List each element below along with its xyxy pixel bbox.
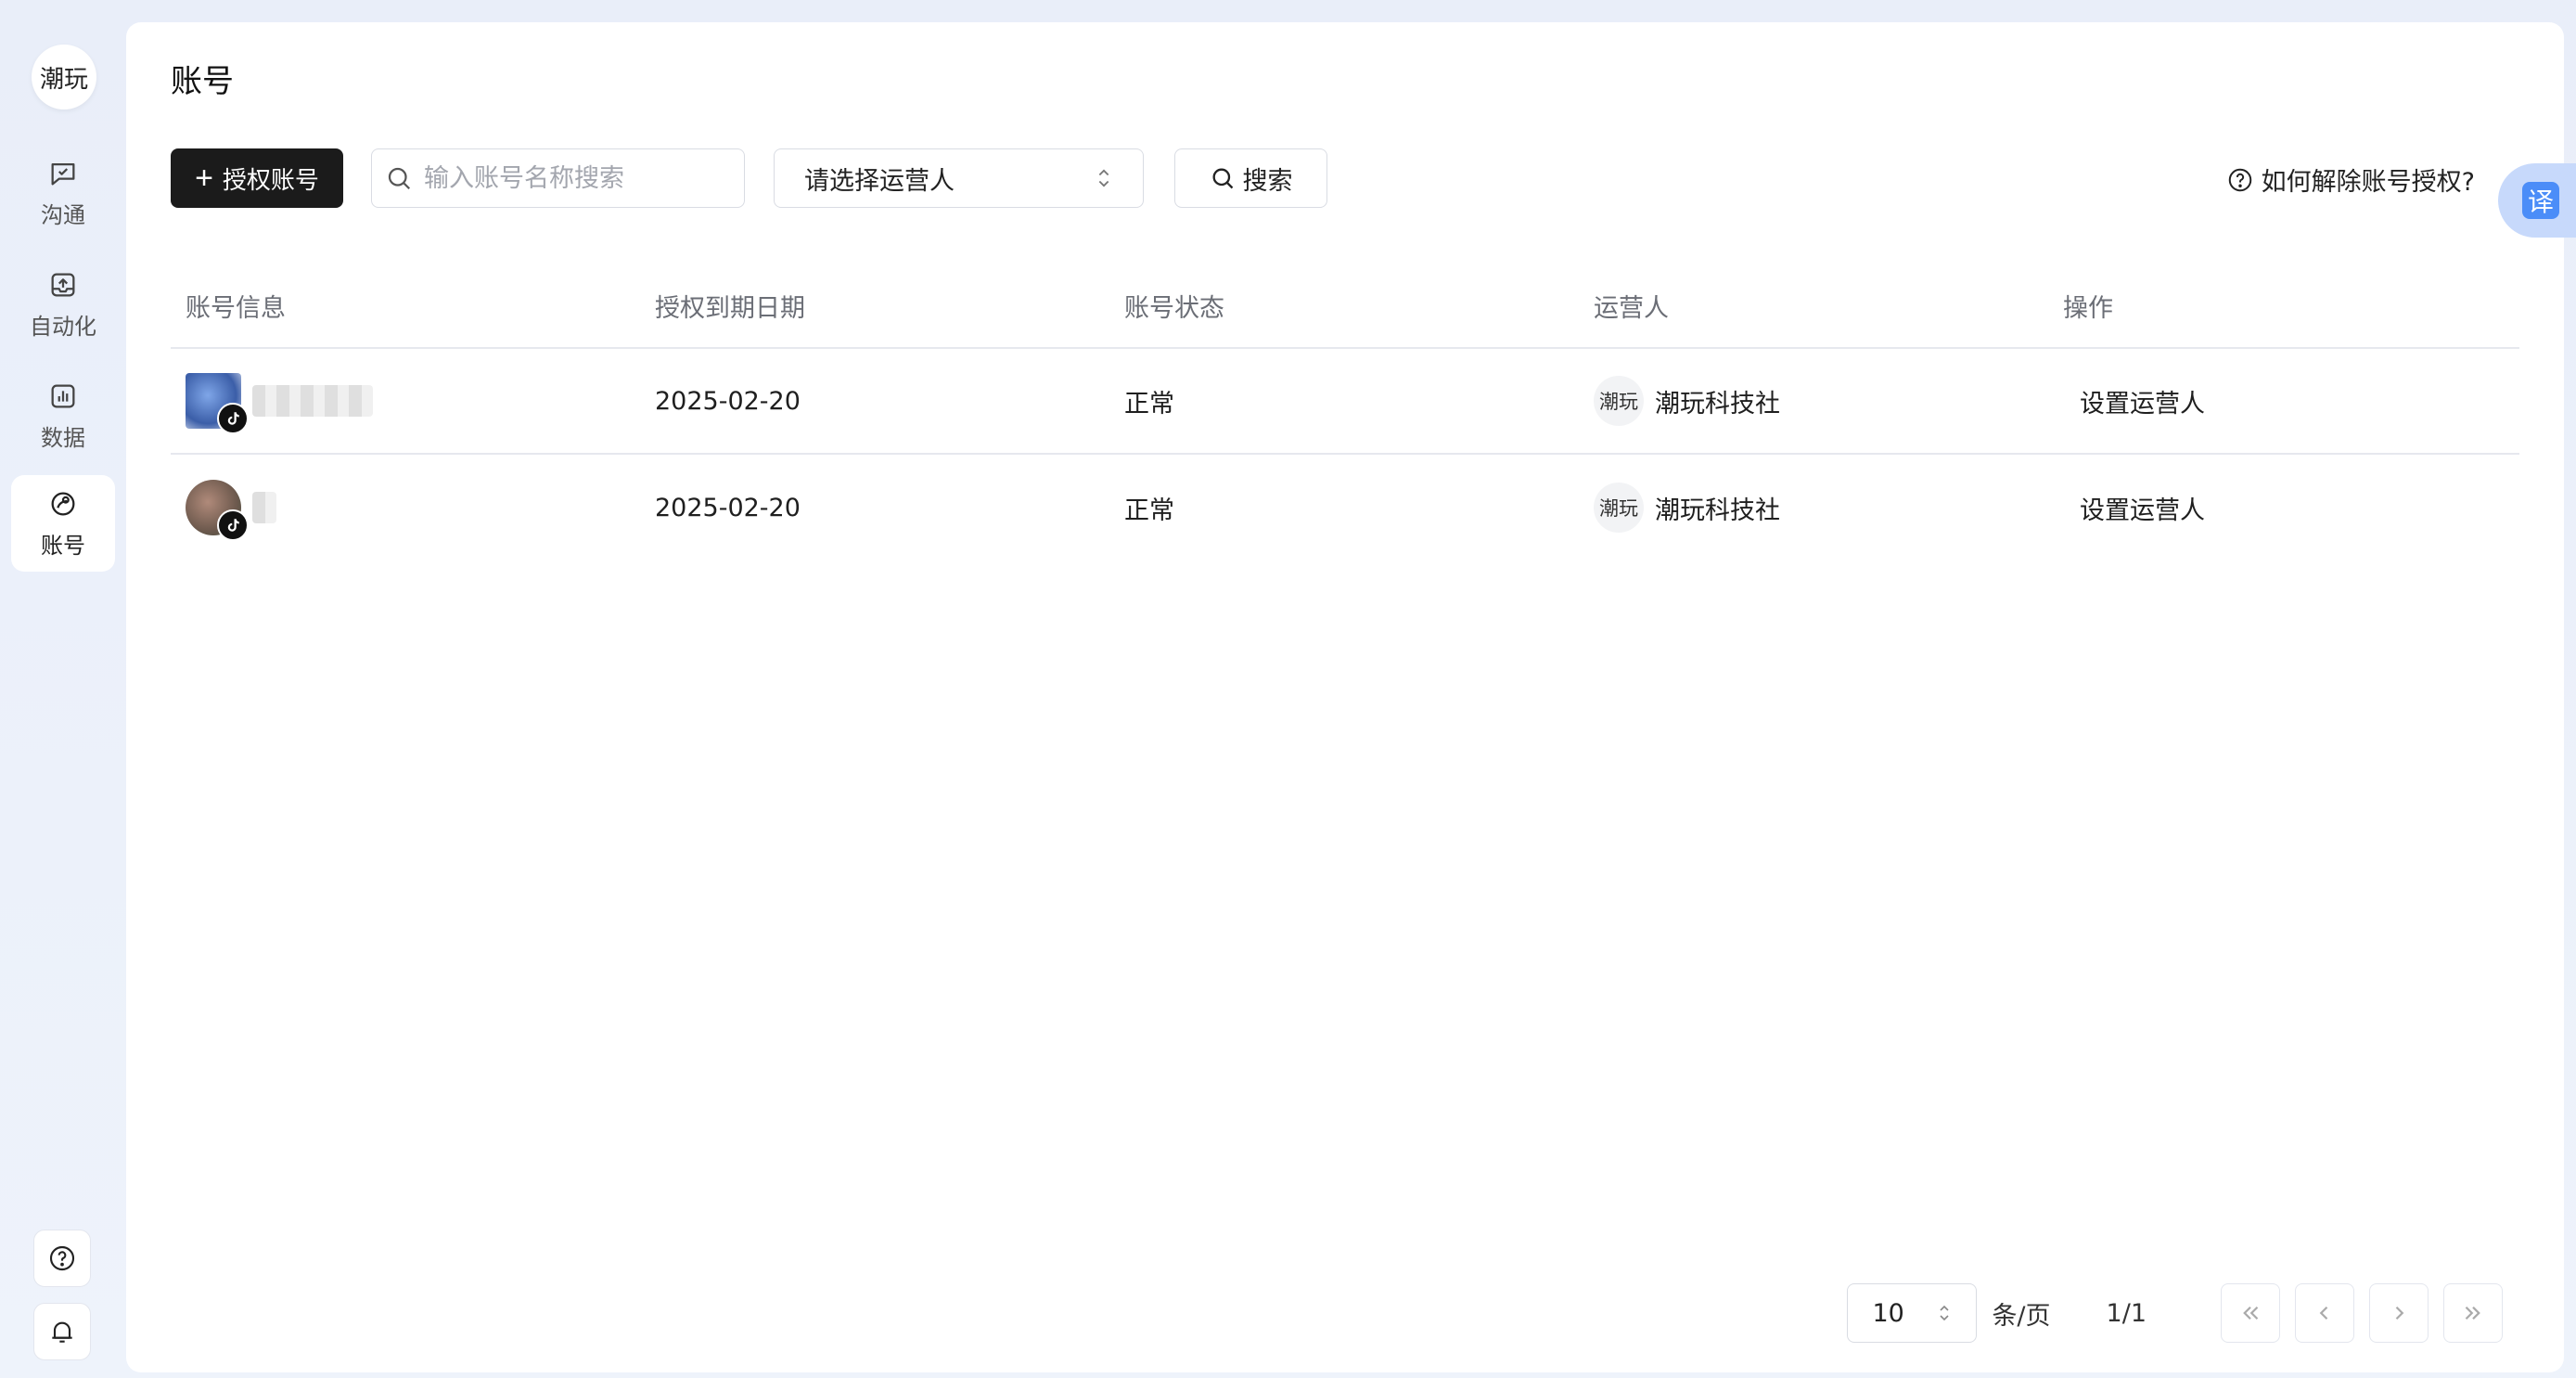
accounts-table: 账号信息 授权到期日期 账号状态 运营人 操作 2025-02-20 正常 潮玩… (171, 264, 2519, 560)
main-panel: 账号 + 授权账号 请选择运营人 搜索 如何解除账号授权? 账号信息 授权到期日… (126, 22, 2564, 1372)
translate-icon: 译 (2522, 182, 2559, 219)
account-name-blurred (252, 385, 373, 417)
page-title: 账号 (171, 63, 234, 100)
header-account-info: 账号信息 (186, 293, 286, 323)
set-operator-link[interactable]: 设置运营人 (2048, 490, 2518, 526)
translate-button[interactable]: 译 (2498, 163, 2576, 238)
double-chevron-left-icon (2243, 1306, 2259, 1320)
sidebar: 潮玩 沟通 自动化 数据 账号 (0, 0, 126, 1378)
header-actions: 操作 (2063, 293, 2113, 323)
operator-avatar: 潮玩 (1594, 483, 1644, 533)
account-icon (51, 492, 75, 515)
sidebar-item-label: 自动化 (30, 313, 96, 340)
help-button[interactable] (33, 1230, 91, 1287)
account-avatar (186, 373, 249, 434)
authorize-account-label: 授权账号 (222, 165, 319, 194)
operator-name: 潮玩科技社 (1655, 389, 1780, 419)
operator-cell: 潮玩 潮玩科技社 (1579, 483, 2048, 533)
app-logo[interactable]: 潮玩 (32, 45, 96, 109)
chevron-right-icon (2395, 1306, 2404, 1320)
help-link-label: 如何解除账号授权? (2261, 168, 2475, 197)
tiktok-icon (217, 509, 249, 541)
account-search-box (371, 148, 745, 208)
next-page-button[interactable] (2369, 1283, 2429, 1343)
sidebar-item-label: 沟通 (41, 201, 85, 228)
double-chevron-right-icon (2465, 1306, 2480, 1320)
bell-icon (52, 1321, 72, 1343)
header-operator: 运营人 (1594, 293, 1669, 323)
sidebar-item-data[interactable]: 数据 (11, 367, 115, 464)
automation-icon (51, 273, 75, 296)
expiry-date-cell: 2025-02-20 (655, 493, 801, 522)
search-button[interactable]: 搜索 (1174, 148, 1327, 208)
notifications-button[interactable] (33, 1303, 91, 1360)
sidebar-item-account[interactable]: 账号 (11, 475, 115, 572)
status-cell: 正常 (1124, 496, 1174, 525)
account-name-blurred (252, 492, 276, 523)
page-size-value: 10 (1872, 1298, 1904, 1328)
operator-cell: 潮玩 潮玩科技社 (1579, 376, 2048, 426)
sidebar-item-chat[interactable]: 沟通 (11, 145, 115, 241)
operator-select[interactable]: 请选择运营人 (774, 148, 1144, 208)
chevron-left-icon (2319, 1306, 2328, 1320)
question-circle-icon (2228, 168, 2251, 191)
account-info-cell (171, 373, 640, 434)
plus-icon: + (195, 161, 213, 196)
search-button-label: 搜索 (1242, 166, 1293, 195)
chevron-updown-icon (1098, 169, 1109, 187)
sidebar-item-automation[interactable]: 自动化 (11, 256, 115, 353)
set-operator-link[interactable]: 设置运营人 (2048, 383, 2518, 419)
operator-select-value: 请选择运营人 (804, 166, 955, 196)
search-input[interactable] (424, 163, 721, 193)
pagination: 10 条/页 1/1 (1847, 1283, 2503, 1343)
table-header: 账号信息 授权到期日期 账号状态 运营人 操作 (171, 264, 2519, 349)
first-page-button[interactable] (2221, 1283, 2280, 1343)
sidebar-item-label: 账号 (41, 532, 85, 559)
sidebar-item-label: 数据 (41, 424, 85, 451)
status-cell: 正常 (1124, 389, 1174, 419)
operator-name: 潮玩科技社 (1655, 496, 1780, 525)
chevron-updown-icon (1940, 1305, 1950, 1321)
help-icon (49, 1245, 75, 1271)
header-account-status: 账号状态 (1124, 293, 1224, 323)
operator-avatar: 潮玩 (1594, 376, 1644, 426)
account-avatar (186, 480, 249, 541)
last-page-button[interactable] (2443, 1283, 2503, 1343)
chart-icon (51, 384, 75, 407)
unauthorize-help-link[interactable]: 如何解除账号授权? (2226, 161, 2475, 198)
page-indicator: 1/1 (2106, 1298, 2147, 1328)
table-row: 2025-02-20 正常 潮玩 潮玩科技社 设置运营人 (171, 455, 2519, 560)
page-size-select[interactable]: 10 (1847, 1283, 1978, 1343)
per-page-label: 条/页 (1992, 1301, 2051, 1331)
expiry-date-cell: 2025-02-20 (655, 386, 801, 416)
tiktok-icon (217, 403, 249, 434)
account-info-cell (171, 480, 640, 541)
table-row: 2025-02-20 正常 潮玩 潮玩科技社 设置运营人 (171, 349, 2519, 455)
prev-page-button[interactable] (2295, 1283, 2354, 1343)
authorize-account-button[interactable]: + 授权账号 (171, 148, 343, 208)
header-expiry-date: 授权到期日期 (655, 293, 805, 323)
search-icon (1212, 168, 1233, 189)
search-icon (388, 167, 411, 190)
chat-icon (51, 162, 75, 185)
